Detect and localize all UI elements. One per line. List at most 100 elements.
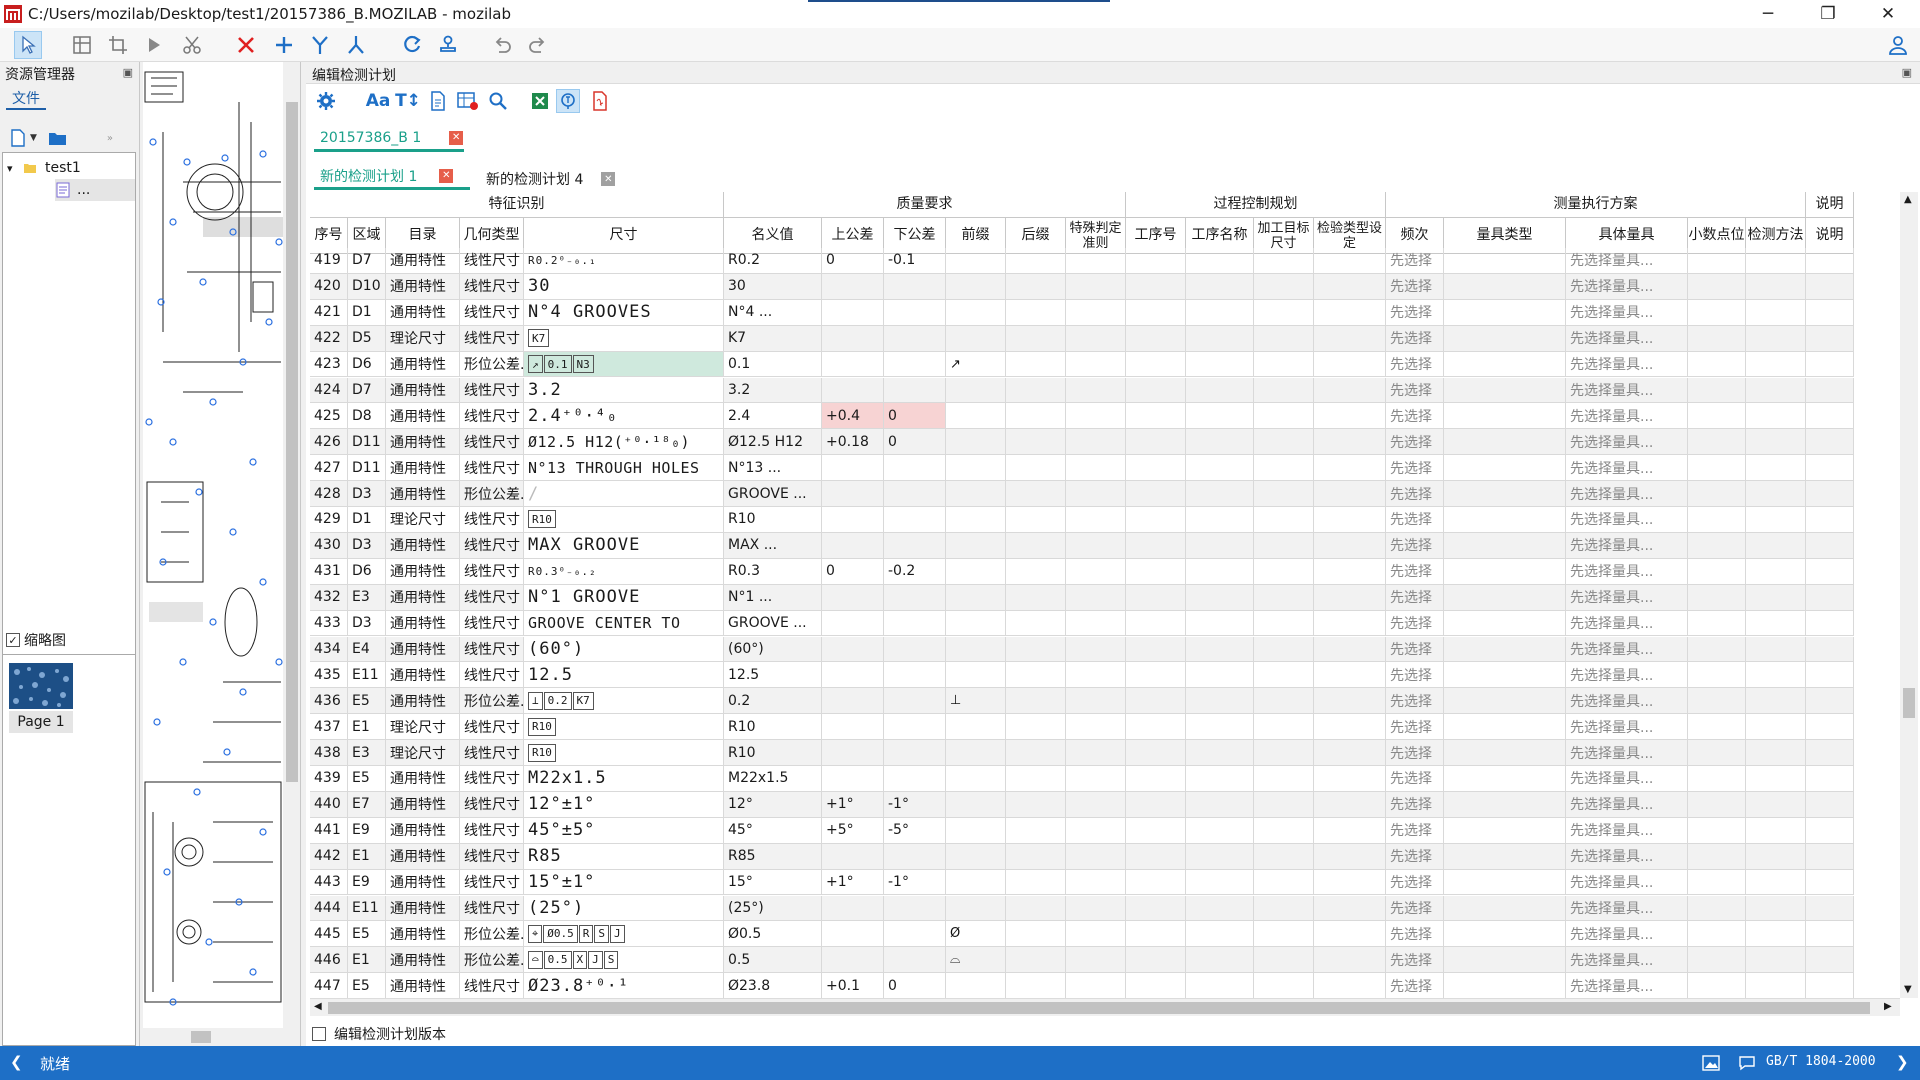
table-cell[interactable]: [884, 455, 946, 482]
table-cell[interactable]: [1006, 481, 1066, 507]
table-cell[interactable]: E9: [348, 869, 386, 896]
table-cell[interactable]: [1066, 299, 1126, 326]
table-cell[interactable]: [884, 740, 946, 766]
table-cell[interactable]: [1746, 817, 1806, 844]
table-cell[interactable]: R0.2: [724, 248, 822, 274]
table-cell[interactable]: [1688, 843, 1746, 870]
table-cell[interactable]: 先选择: [1386, 947, 1444, 974]
table-cell[interactable]: [1126, 584, 1186, 611]
select-tool-button[interactable]: [14, 31, 42, 59]
dimension-cell[interactable]: 2.4⁺⁰·⁴₀: [524, 403, 724, 430]
table-cell[interactable]: [1254, 740, 1314, 766]
table-cell[interactable]: [1126, 817, 1186, 844]
table-cell[interactable]: 先选择量具...: [1566, 688, 1688, 715]
table-cell[interactable]: [1314, 299, 1386, 326]
table-cell[interactable]: [1746, 662, 1806, 689]
table-cell[interactable]: [1746, 610, 1806, 637]
table-cell[interactable]: E11: [348, 662, 386, 689]
table-cell[interactable]: [1066, 766, 1126, 792]
table-cell[interactable]: [1254, 869, 1314, 896]
table-cell[interactable]: [1806, 714, 1854, 741]
table-cell[interactable]: 先选择量具...: [1566, 248, 1688, 274]
table-cell[interactable]: [1806, 766, 1854, 792]
table-cell[interactable]: [884, 351, 946, 378]
table-cell[interactable]: [1126, 921, 1186, 948]
table-cell[interactable]: [1314, 843, 1386, 870]
table-cell[interactable]: [1126, 947, 1186, 974]
table-cell[interactable]: [822, 532, 884, 559]
table-vertical-scrollbar[interactable]: ▲ ▼: [1900, 192, 1918, 998]
table-cell[interactable]: 先选择: [1386, 299, 1444, 326]
table-cell[interactable]: 12.5: [724, 662, 822, 689]
table-cell[interactable]: [1066, 403, 1126, 430]
table-cell[interactable]: (25°): [724, 895, 822, 922]
table-cell[interactable]: 通用特性: [386, 688, 460, 715]
table-cell[interactable]: 431: [310, 558, 348, 585]
scroll-right-icon[interactable]: ▶: [1884, 1001, 1892, 1012]
table-cell[interactable]: E1: [348, 714, 386, 741]
table-cell[interactable]: [1066, 636, 1126, 663]
table-cell[interactable]: 0.1: [724, 351, 822, 378]
table-cell[interactable]: [1314, 507, 1386, 533]
table-cell[interactable]: [1688, 377, 1746, 404]
table-cell[interactable]: [1444, 558, 1566, 585]
table-cell[interactable]: ⌓: [946, 947, 1006, 974]
table-cell[interactable]: 通用特性: [386, 299, 460, 326]
table-cell[interactable]: [1314, 740, 1386, 766]
table-cell[interactable]: [1806, 610, 1854, 637]
table-cell[interactable]: 2.4: [724, 403, 822, 430]
table-cell[interactable]: +1°: [822, 791, 884, 818]
table-cell[interactable]: 先选择量具...: [1566, 740, 1688, 766]
table-cell[interactable]: R10: [724, 714, 822, 741]
page-label[interactable]: Page 1: [9, 711, 73, 733]
table-cell[interactable]: 先选择量具...: [1566, 299, 1688, 326]
table-cell[interactable]: [884, 584, 946, 611]
table-cell[interactable]: D6: [348, 351, 386, 378]
table-cell[interactable]: Ø23.8: [724, 973, 822, 998]
table-cell[interactable]: [1314, 248, 1386, 274]
table-cell[interactable]: [884, 714, 946, 741]
table-cell[interactable]: [1066, 351, 1126, 378]
table-cell[interactable]: [946, 248, 1006, 274]
table-cell[interactable]: [1186, 325, 1254, 352]
dimension-cell[interactable]: /: [524, 481, 724, 507]
table-cell[interactable]: [1444, 532, 1566, 559]
table-cell[interactable]: 432: [310, 584, 348, 611]
table-cell[interactable]: [884, 377, 946, 404]
table-cell[interactable]: 446: [310, 947, 348, 974]
table-cell[interactable]: 通用特性: [386, 532, 460, 559]
chevron-left-icon[interactable]: ❮: [10, 1053, 23, 1071]
table-cell[interactable]: 通用特性: [386, 273, 460, 300]
table-cell[interactable]: [1186, 895, 1254, 922]
table-cell[interactable]: [1746, 791, 1806, 818]
table-cell[interactable]: N°13 ...: [724, 455, 822, 482]
table-cell[interactable]: D8: [348, 403, 386, 430]
table-cell[interactable]: 先选择量具...: [1566, 662, 1688, 689]
table-cell[interactable]: [1066, 481, 1126, 507]
table-cell[interactable]: [1806, 869, 1854, 896]
table-cell[interactable]: [1186, 688, 1254, 715]
table-cell[interactable]: [1314, 481, 1386, 507]
table-cell[interactable]: D11: [348, 429, 386, 456]
table-cell[interactable]: [1314, 947, 1386, 974]
table-cell[interactable]: [1254, 791, 1314, 818]
table-cell[interactable]: [1314, 325, 1386, 352]
table-cell[interactable]: 线性尺寸: [460, 558, 524, 585]
table-cell[interactable]: [1688, 351, 1746, 378]
table-cell[interactable]: [1444, 766, 1566, 792]
table-cell[interactable]: [884, 688, 946, 715]
dimension-cell[interactable]: Ø23.8⁺⁰·¹: [524, 973, 724, 998]
table-cell[interactable]: 先选择量具...: [1566, 843, 1688, 870]
table-cell[interactable]: [1806, 377, 1854, 404]
dimension-cell[interactable]: 45°±5°: [524, 817, 724, 844]
table-cell[interactable]: [1126, 714, 1186, 741]
table-cell[interactable]: [1186, 377, 1254, 404]
table-cell[interactable]: 先选择: [1386, 351, 1444, 378]
table-cell[interactable]: [1314, 558, 1386, 585]
table-cell[interactable]: [1444, 714, 1566, 741]
tree-item-document[interactable]: ...: [55, 179, 135, 201]
scroll-down-icon[interactable]: ▼: [1904, 984, 1912, 995]
table-cell[interactable]: [1126, 429, 1186, 456]
table-cell[interactable]: [1746, 843, 1806, 870]
table-cell[interactable]: [1746, 248, 1806, 274]
